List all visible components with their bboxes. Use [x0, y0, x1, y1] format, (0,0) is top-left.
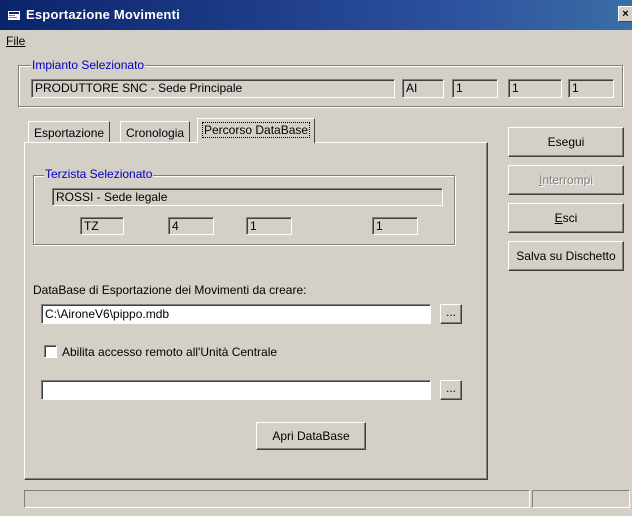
- interrompi-label: Interrompi: [538, 173, 594, 187]
- terzista-code-field: TZ: [80, 217, 124, 235]
- database-path-label: DataBase di Esportazione dei Movimenti d…: [33, 283, 307, 297]
- status-bar: [0, 488, 632, 516]
- window-title: Esportazione Movimenti: [26, 7, 180, 22]
- status-panel-main: [24, 490, 530, 508]
- impianto-field-3: 1: [508, 79, 562, 98]
- remote-browse-button[interactable]: ...: [440, 380, 462, 400]
- database-browse-label: ...: [445, 305, 456, 319]
- menu-bar: File: [0, 30, 632, 52]
- tab-esportazione[interactable]: Esportazione: [28, 121, 111, 143]
- impianto-field-2: 1: [452, 79, 498, 98]
- database-browse-button[interactable]: ...: [440, 304, 462, 324]
- impianto-name-field: PRODUTTORE SNC - Sede Principale: [31, 79, 395, 98]
- close-icon: ×: [622, 8, 629, 20]
- remote-access-checkbox[interactable]: [44, 345, 57, 358]
- impianto-field-4: 1: [568, 79, 614, 98]
- tab-cronologia-label: Cronologia: [126, 126, 185, 140]
- salva-dischetto-label: Salva su Dischetto: [516, 249, 616, 263]
- terzista-name-field: ROSSI - Sede legale: [52, 188, 443, 206]
- app-icon: [8, 11, 20, 20]
- remote-browse-label: ...: [445, 381, 456, 395]
- interrompi-button[interactable]: Interrompi: [508, 165, 624, 195]
- export-window: Esportazione Movimenti × File Impianto S…: [0, 0, 632, 516]
- tab-cronologia[interactable]: Cronologia: [120, 121, 191, 143]
- impianto-group-label: Impianto Selezionato: [31, 58, 146, 72]
- remote-path-input[interactable]: [41, 380, 431, 400]
- menu-file-label: File: [6, 34, 26, 48]
- esci-label: Esci: [554, 211, 578, 225]
- terzista-group-label: Terzista Selezionato: [44, 167, 154, 181]
- tab-esportazione-label: Esportazione: [34, 126, 105, 140]
- tab-percorso-database-label: Percorso DataBase: [201, 122, 311, 138]
- database-path-input[interactable]: C:\AironeV6\pippo.mdb: [41, 304, 431, 324]
- menu-file[interactable]: File: [6, 34, 25, 48]
- tab-percorso-database[interactable]: Percorso DataBase: [197, 118, 316, 143]
- esegui-label: Esegui: [547, 135, 585, 149]
- remote-access-label[interactable]: Abilita accesso remoto all'Unità Central…: [62, 345, 277, 359]
- salva-dischetto-button[interactable]: Salva su Dischetto: [508, 241, 624, 271]
- status-panel-secondary: [532, 490, 630, 508]
- esci-button[interactable]: Esci: [508, 203, 624, 233]
- terzista-field-3: 1: [246, 217, 292, 235]
- open-database-label: Apri DataBase: [272, 429, 350, 443]
- terzista-field-2: 4: [168, 217, 214, 235]
- title-bar[interactable]: Esportazione Movimenti ×: [0, 0, 632, 30]
- impianto-code-field: AI: [402, 79, 444, 98]
- terzista-field-4: 1: [372, 217, 418, 235]
- esegui-button[interactable]: Esegui: [508, 127, 624, 157]
- open-database-button[interactable]: Apri DataBase: [256, 422, 366, 450]
- close-button[interactable]: ×: [618, 6, 632, 22]
